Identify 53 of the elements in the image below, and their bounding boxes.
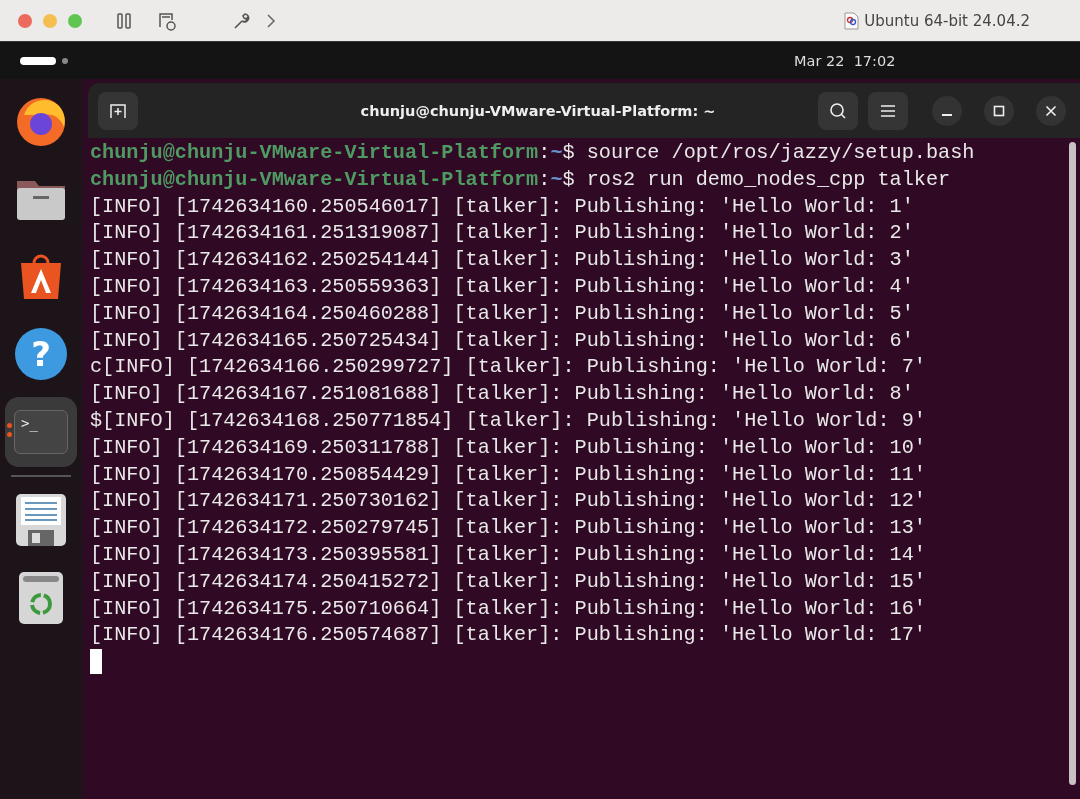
- log-line: [INFO] [1742634175.250710664] [talker]: Publishing: 'Hello World: 16': [90, 596, 926, 620]
- log-line: [INFO] [1742634170.250854429] [talker]: Publishing: 'Hello World: 11': [90, 462, 926, 486]
- help-icon: ?: [15, 328, 67, 380]
- close-button[interactable]: [1036, 95, 1066, 126]
- command-text: $ ros2 run demo_nodes_cpp talker: [562, 167, 951, 191]
- prompt-user-host: chunju@chunju-VMware-Virtual-Platform: [90, 167, 539, 191]
- log-line: [INFO] [1742634167.251081688] [talker]: Publishing: 'Hello World: 8': [90, 382, 914, 406]
- minimize-button[interactable]: [932, 95, 962, 126]
- scrollbar[interactable]: [1069, 142, 1076, 785]
- prompt-separator: :: [538, 141, 551, 164]
- chevron-right-icon[interactable]: [265, 11, 277, 30]
- search-button[interactable]: [818, 91, 858, 130]
- snapshot-icon[interactable]: [157, 10, 177, 31]
- log-line: [INFO] [1742634161.251319087] [talker]: Publishing: 'Hello World: 2': [90, 221, 914, 245]
- log-line: [INFO] [1742634162.250254144] [talker]: Publishing: 'Hello World: 3': [90, 248, 914, 272]
- terminal-launcher[interactable]: >_: [5, 397, 77, 467]
- log-line: [INFO] [1742634163.250559363] [talker]: Publishing: 'Hello World: 4': [90, 275, 914, 298]
- new-tab-button[interactable]: [98, 91, 138, 130]
- search-icon: [829, 101, 847, 120]
- prompt-separator: :: [538, 167, 551, 191]
- vm-name: Ubuntu 64-bit 24.04.2: [864, 11, 1030, 30]
- log-line: $[INFO] [1742634168.250771854] [talker]: Publishing: 'Hello World: 9': [90, 408, 926, 432]
- maximize-icon: [993, 104, 1005, 117]
- clock[interactable]: Mar 22 17:02: [794, 52, 896, 69]
- log-line: [INFO] [1742634169.250311788] [talker]: Publishing: 'Hello World: 10': [90, 435, 926, 459]
- window-title: chunju@chunju-VMware-Virtual-Platform: ~: [359, 102, 717, 119]
- menu-button[interactable]: [868, 91, 908, 130]
- text-editor-icon: [14, 492, 68, 548]
- document-icon: [844, 11, 860, 30]
- log-line: [INFO] [1742634164.250460288] [talker]: Publishing: 'Hello World: 5': [90, 301, 914, 325]
- log-line: [INFO] [1742634171.250730162] [talker]: Publishing: 'Hello World: 12': [90, 489, 926, 513]
- prompt-path: ~: [550, 141, 563, 164]
- text-cursor: [90, 649, 102, 675]
- prompt-path: ~: [550, 167, 563, 191]
- trash-icon: [18, 570, 64, 626]
- workspace-indicator[interactable]: [20, 56, 68, 65]
- prompt-user-host: chunju@chunju-VMware-Virtual-Platform: [90, 141, 539, 164]
- close-icon: [1045, 104, 1057, 117]
- terminal-icon: >_: [14, 410, 68, 454]
- log-line: [INFO] [1742634172.250279745] [talker]: Publishing: 'Hello World: 13': [90, 516, 926, 540]
- log-line: [INFO] [1742634173.250395581] [talker]: Publishing: 'Hello World: 14': [90, 542, 926, 566]
- minimize-icon: [942, 113, 952, 116]
- pause-icon[interactable]: [115, 11, 133, 30]
- close-window-button[interactable]: [18, 13, 32, 28]
- log-line: [INFO] [1742634165.250725434] [talker]: Publishing: 'Hello World: 6': [90, 328, 914, 352]
- log-line: [INFO] [1742634160.250546017] [talker]: Publishing: 'Hello World: 1': [90, 194, 914, 218]
- maximize-button[interactable]: [984, 95, 1014, 126]
- log-line: [INFO] [1742634176.250574687] [talker]: Publishing: 'Hello World: 17': [90, 623, 926, 647]
- log-line: [INFO] [1742634174.250415272] [talker]: Publishing: 'Hello World: 15': [90, 569, 926, 593]
- log-line: c[INFO] [1742634166.250299727] [talker]: Publishing: 'Hello World: 7': [90, 355, 926, 379]
- command-text: $ source /opt/ros/jazzy/setup.bash: [562, 141, 975, 164]
- menu-icon: [880, 103, 896, 118]
- new-tab-icon: [109, 101, 127, 120]
